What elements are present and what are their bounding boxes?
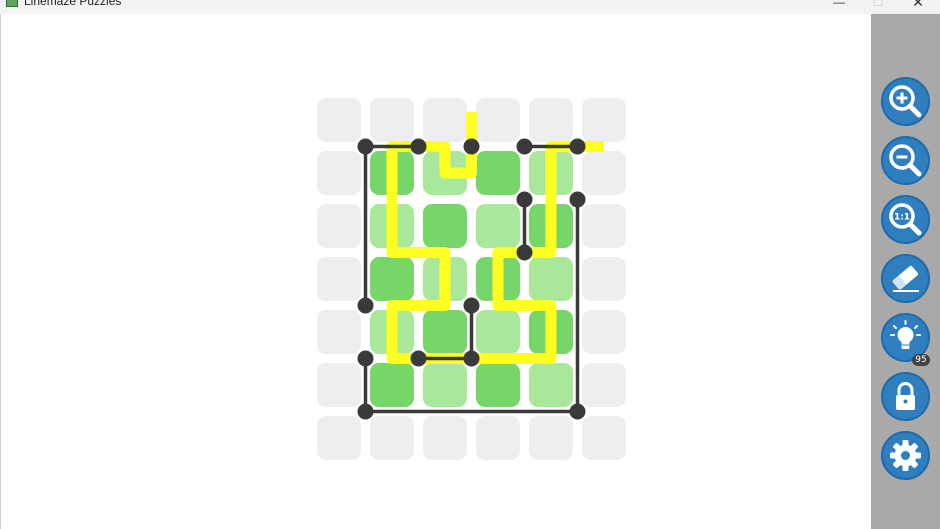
empty-tile[interactable] (582, 98, 626, 142)
wall-node-dot (516, 138, 533, 155)
green-tile[interactable] (529, 363, 573, 407)
maximize-button[interactable]: ☐ (868, 0, 888, 8)
wall-node-dot (463, 297, 480, 314)
zoom-out-icon (889, 144, 922, 177)
wall-node-dot (357, 297, 374, 314)
zoom-reset-button[interactable]: 1:1 (881, 195, 930, 244)
empty-tile[interactable] (317, 257, 361, 301)
empty-tile[interactable] (582, 151, 626, 195)
zoom-actual-size-icon: 1:1 (889, 203, 922, 236)
wall-node-dot (463, 138, 480, 155)
lock-button[interactable] (881, 372, 930, 421)
empty-tile[interactable] (317, 363, 361, 407)
toolbar: 1:1 95 (871, 14, 940, 529)
green-tile[interactable] (476, 204, 520, 248)
empty-tile[interactable] (317, 151, 361, 195)
wall-node-dot (516, 244, 533, 261)
wall-node-dot (463, 350, 480, 367)
settings-button[interactable] (881, 431, 930, 480)
green-tile[interactable] (423, 363, 467, 407)
wall-node-dot (357, 138, 374, 155)
empty-tile[interactable] (582, 310, 626, 354)
empty-tile[interactable] (529, 416, 573, 460)
green-tile[interactable] (370, 363, 414, 407)
empty-tile[interactable] (317, 98, 361, 142)
eraser-icon (892, 265, 919, 292)
zoom-out-button[interactable] (881, 136, 930, 185)
empty-tile[interactable] (476, 98, 520, 142)
empty-tile[interactable] (582, 204, 626, 248)
puzzle-board[interactable] (0, 14, 871, 529)
empty-tile[interactable] (423, 98, 467, 142)
wall-node-dot (516, 191, 533, 208)
empty-tile[interactable] (582, 363, 626, 407)
wall-node-dot (410, 350, 427, 367)
zoom-in-button[interactable] (881, 77, 930, 126)
app-icon (6, 0, 18, 7)
empty-tile[interactable] (317, 416, 361, 460)
green-tile[interactable] (423, 310, 467, 354)
eraser-button[interactable] (881, 254, 930, 303)
empty-tile[interactable] (370, 416, 414, 460)
green-tile[interactable] (529, 257, 573, 301)
green-tile[interactable] (476, 310, 520, 354)
green-tile[interactable] (423, 204, 467, 248)
empty-tile[interactable] (582, 416, 626, 460)
minimize-button[interactable]: — (829, 0, 849, 8)
empty-tile[interactable] (317, 310, 361, 354)
wall-node-dot (357, 403, 374, 420)
zoom-in-icon (889, 85, 922, 118)
empty-tile[interactable] (582, 257, 626, 301)
window-title: Linemaze Puzzles (24, 0, 122, 8)
hint-count-badge: 95 (912, 354, 930, 366)
gear-icon (890, 440, 921, 471)
green-tile[interactable] (476, 363, 520, 407)
empty-tile[interactable] (370, 98, 414, 142)
green-tile[interactable] (370, 257, 414, 301)
wall-node-dot (410, 138, 427, 155)
empty-tile[interactable] (529, 98, 573, 142)
wall-node-dot (569, 403, 586, 420)
zoom-reset-label: 1:1 (894, 213, 910, 223)
empty-tile[interactable] (423, 416, 467, 460)
wall-node-dot (569, 191, 586, 208)
close-button[interactable]: ✕ (908, 0, 928, 9)
green-tile[interactable] (476, 151, 520, 195)
empty-tile[interactable] (317, 204, 361, 248)
wall-node-dot (357, 350, 374, 367)
empty-tile[interactable] (476, 416, 520, 460)
lock-icon (896, 382, 915, 410)
wall-node-dot (569, 138, 586, 155)
title-bar: Linemaze Puzzles — ☐ ✕ (0, 0, 940, 14)
